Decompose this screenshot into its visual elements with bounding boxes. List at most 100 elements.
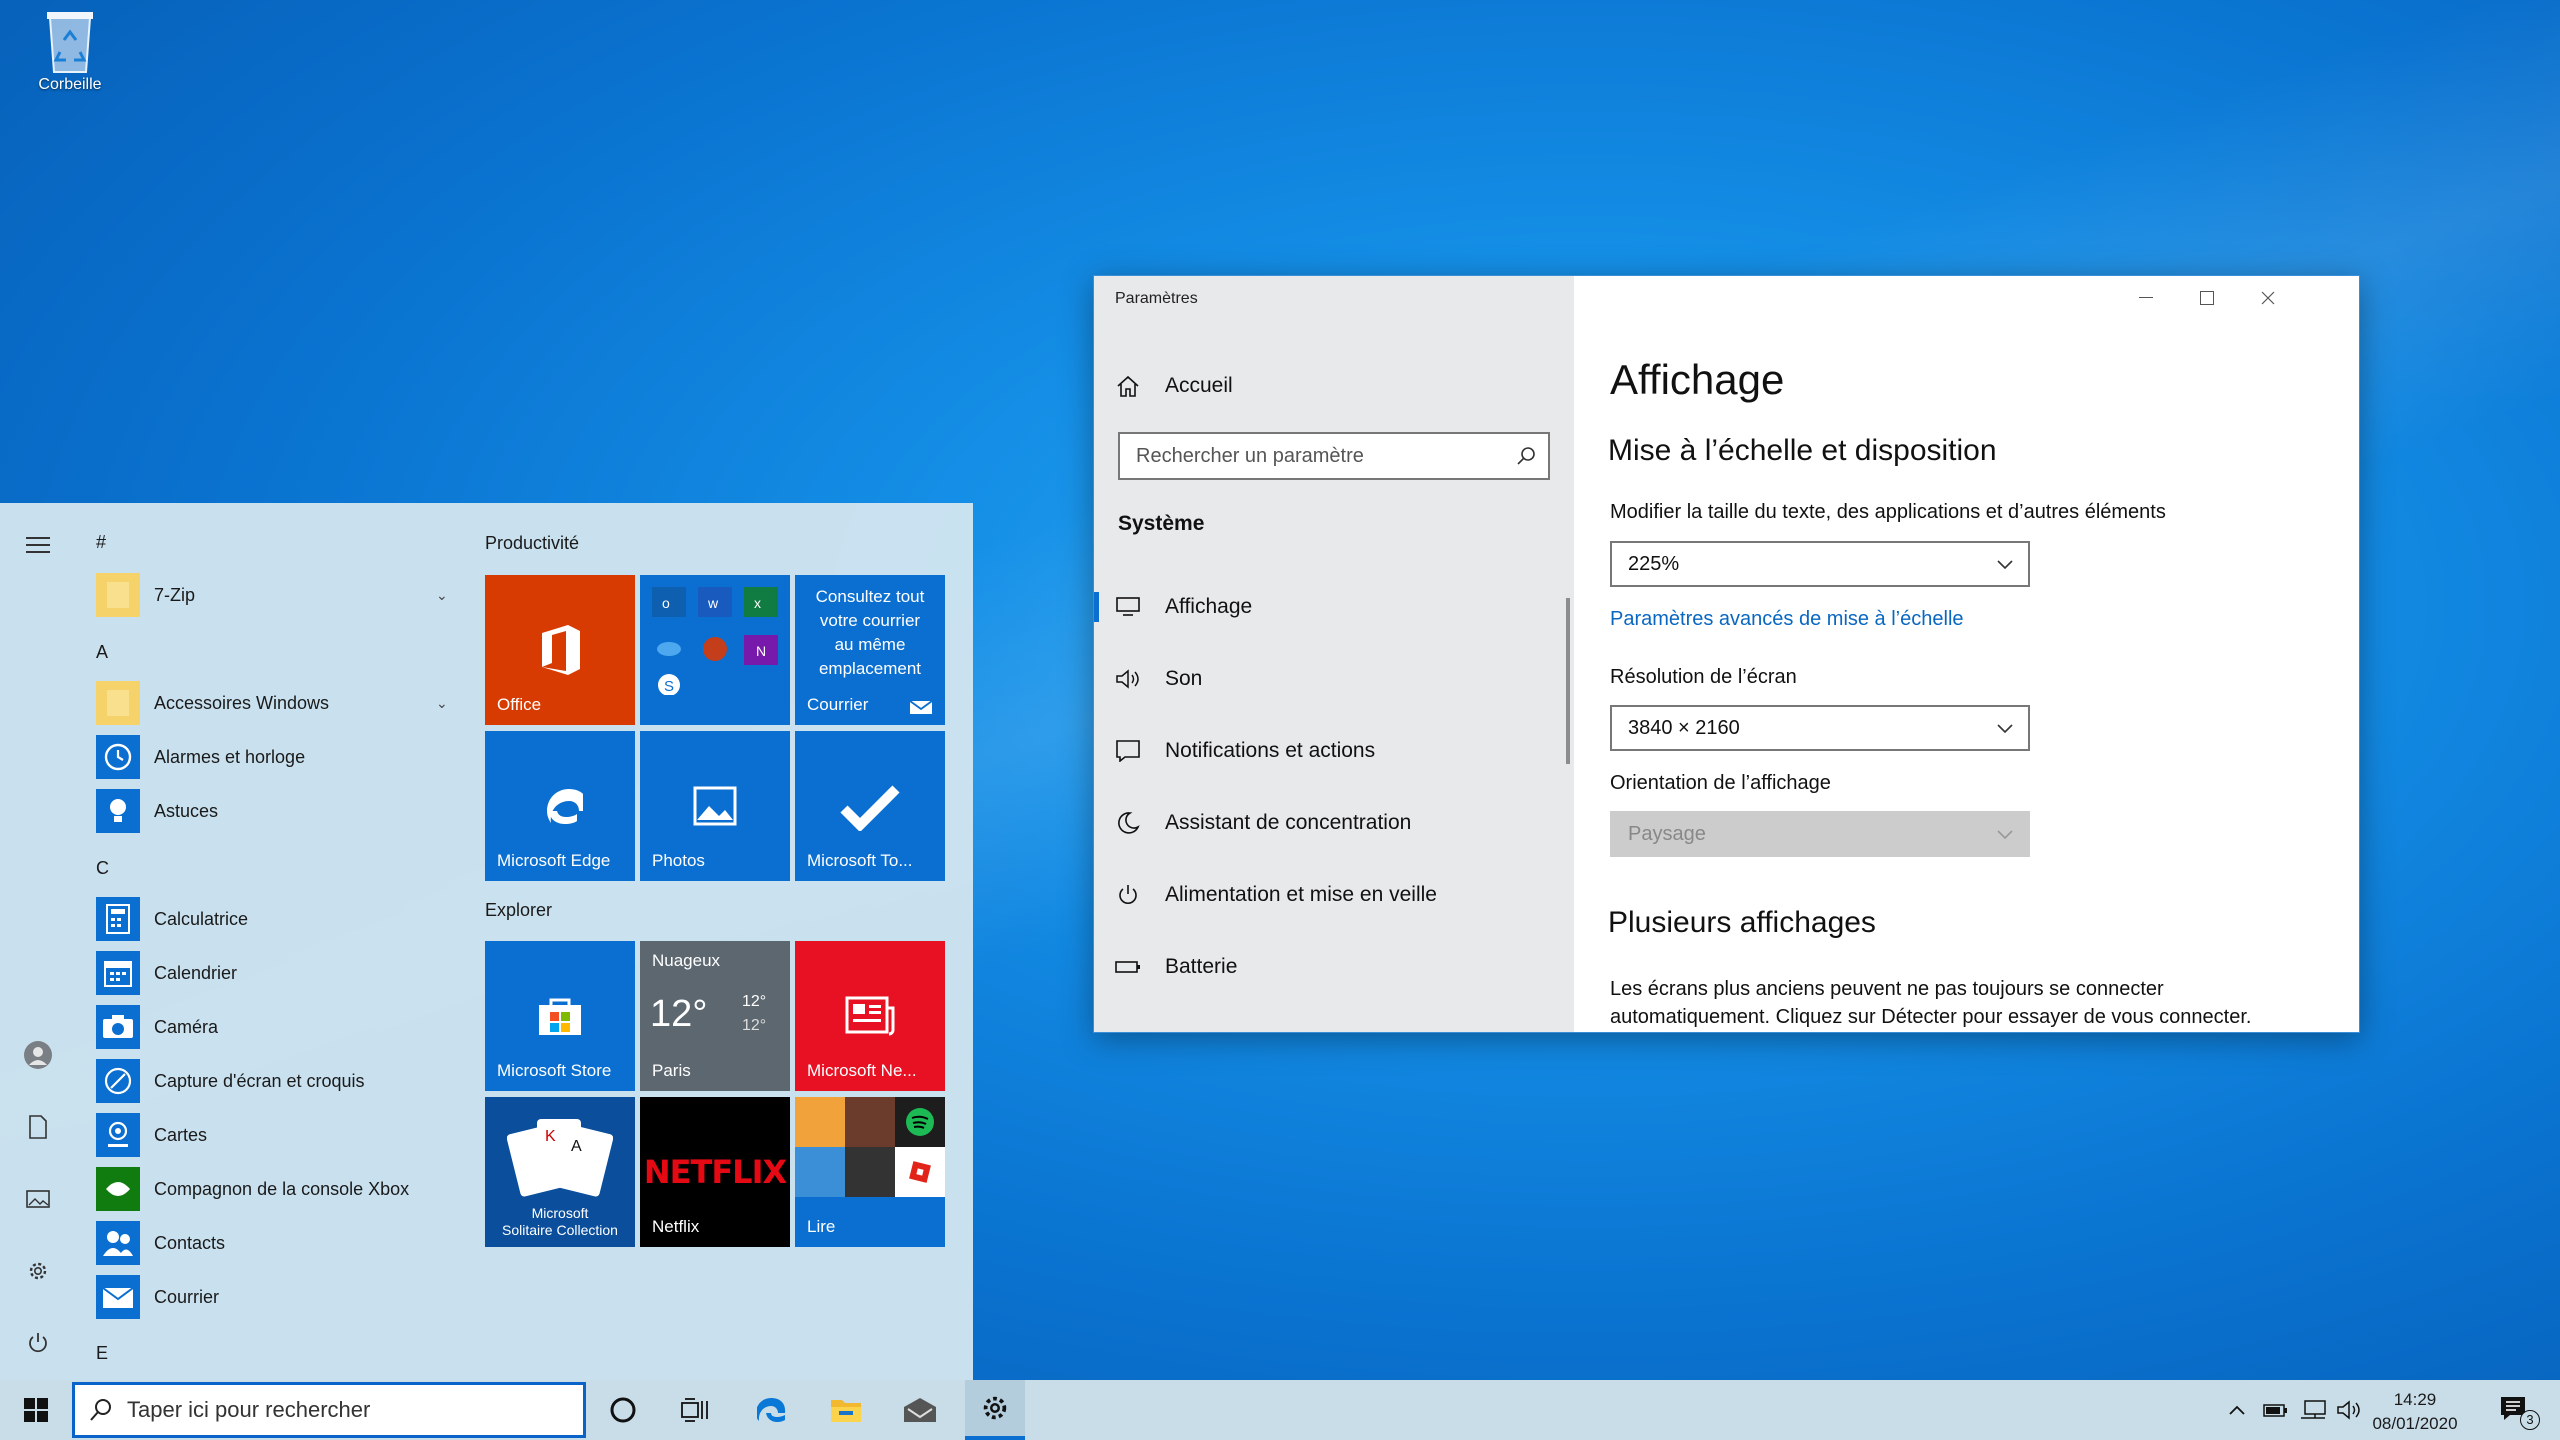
taskbar-file-explorer[interactable]: [818, 1380, 874, 1440]
app-capture-ecran[interactable]: Capture d'écran et croquis: [96, 1057, 456, 1105]
app-accessoires-windows[interactable]: Accessoires Windows ⌄: [96, 679, 456, 727]
tile-netflix[interactable]: NETFLIX Netflix: [640, 1097, 790, 1247]
scale-dropdown[interactable]: 225%: [1610, 541, 2030, 587]
app-calendrier[interactable]: Calendrier: [96, 949, 456, 997]
network-tray-button[interactable]: [2296, 1380, 2330, 1440]
speaker-icon: [1115, 668, 1141, 690]
tile-office[interactable]: Office: [485, 575, 635, 725]
nav-item-notifications[interactable]: Notifications et actions: [1094, 721, 1574, 781]
documents-icon[interactable]: [18, 1107, 58, 1147]
minimize-button[interactable]: [2116, 276, 2176, 320]
app-calculatrice[interactable]: Calculatrice: [96, 895, 456, 943]
nav-item-son[interactable]: Son: [1094, 649, 1574, 709]
lightbulb-icon: [96, 789, 140, 833]
taskbar-mail[interactable]: [892, 1380, 948, 1440]
settings-search-box[interactable]: [1118, 432, 1550, 480]
maximize-icon: [2200, 291, 2214, 305]
tile-news[interactable]: Microsoft Ne...: [795, 941, 945, 1091]
tile-photos[interactable]: Photos: [640, 731, 790, 881]
tile-play[interactable]: Lire: [795, 1097, 945, 1247]
game-thumb-candy: [795, 1097, 845, 1147]
resolution-label: Résolution de l’écran: [1610, 666, 1797, 688]
tile-label: Netflix: [652, 1217, 700, 1236]
xbox-icon: [96, 1167, 140, 1211]
letter-header-a[interactable]: A: [96, 642, 108, 663]
chevron-down-icon: ⌄: [436, 586, 448, 603]
hamburger-menu-icon[interactable]: [18, 525, 58, 565]
app-label: Contacts: [154, 1232, 226, 1253]
app-astuces[interactable]: Astuces: [96, 787, 456, 835]
tile-solitaire[interactable]: K A Microsoft Solitaire Collection: [485, 1097, 635, 1247]
settings-search-input[interactable]: [1136, 444, 1496, 468]
speaker-icon: [2337, 1400, 2360, 1420]
app-label: Accessoires Windows: [154, 692, 330, 713]
scale-dropdown-value: 225%: [1628, 552, 1680, 575]
show-hidden-icons-button[interactable]: [2222, 1380, 2252, 1440]
task-view-button[interactable]: [670, 1380, 720, 1440]
start-button[interactable]: [0, 1380, 72, 1440]
group-productivity-title[interactable]: Productivité: [485, 533, 579, 554]
group-explore-title[interactable]: Explorer: [485, 900, 552, 921]
letter-header-c[interactable]: C: [96, 858, 109, 879]
action-center-button[interactable]: 3: [2490, 1380, 2540, 1440]
taskbar: 14:29 08/01/2020 3: [0, 1380, 2560, 1440]
app-contacts[interactable]: Contacts: [96, 1219, 456, 1267]
tile-edge[interactable]: Microsoft Edge: [485, 731, 635, 881]
letter-header-hash[interactable]: #: [96, 532, 106, 553]
close-button[interactable]: [2238, 276, 2298, 320]
chevron-down-icon: [1997, 830, 2013, 840]
chevron-down-icon: [1997, 724, 2013, 734]
app-courrier[interactable]: Courrier: [96, 1273, 456, 1321]
minimize-icon: [2139, 297, 2153, 298]
settings-window: Paramètres Accueil Système Affichage Son…: [1093, 275, 2360, 1033]
tile-label: Office: [497, 695, 542, 714]
tile-weather[interactable]: Nuageux 12° 12° 12° Paris: [640, 941, 790, 1091]
app-7zip[interactable]: 7-Zip ⌄: [96, 571, 456, 619]
game-thumb-friends: [795, 1147, 845, 1197]
scale-heading: Mise à l’échelle et disposition: [1608, 434, 1997, 467]
nav-item-alimentation[interactable]: Alimentation et mise en veille: [1094, 865, 1574, 925]
resolution-dropdown-value: 3840 × 2160: [1628, 716, 1740, 739]
weather-low: 12°: [742, 1017, 767, 1034]
battery-tray-button[interactable]: [2258, 1380, 2292, 1440]
power-button-icon[interactable]: [18, 1323, 58, 1363]
resolution-dropdown[interactable]: 3840 × 2160: [1610, 705, 2030, 751]
settings-gear-icon[interactable]: [18, 1251, 58, 1291]
taskbar-clock[interactable]: 14:29 08/01/2020: [2360, 1388, 2470, 1436]
app-camera[interactable]: Caméra: [96, 1003, 456, 1051]
maximize-button[interactable]: [2177, 276, 2237, 320]
tile-mail[interactable]: Consultez tout votre courrier au même em…: [795, 575, 945, 725]
tile-store[interactable]: Microsoft Store: [485, 941, 635, 1091]
app-label: Astuces: [154, 800, 219, 821]
nav-home[interactable]: Accueil: [1094, 356, 1574, 416]
app-xbox-companion[interactable]: Compagnon de la console Xbox: [96, 1165, 456, 1213]
nav-item-concentration[interactable]: Assistant de concentration: [1094, 793, 1574, 853]
taskbar-search-box[interactable]: [72, 1382, 586, 1438]
taskbar-settings[interactable]: [965, 1380, 1025, 1440]
taskbar-search-input[interactable]: [127, 1397, 567, 1423]
nav-item-affichage[interactable]: Affichage: [1094, 577, 1574, 637]
cortana-button[interactable]: [598, 1380, 648, 1440]
nav-scrollbar[interactable]: [1566, 598, 1570, 764]
user-avatar-icon[interactable]: [18, 1035, 58, 1075]
letter-header-e[interactable]: E: [96, 1343, 108, 1364]
tile-todo[interactable]: Microsoft To...: [795, 731, 945, 881]
recycle-bin-desktop-icon[interactable]: Corbeille: [20, 6, 120, 94]
settings-content: Affichage Mise à l’échelle et dispositio…: [1574, 276, 2359, 1032]
tile-office-apps[interactable]: o w x N S: [640, 575, 790, 725]
app-cartes[interactable]: Cartes: [96, 1111, 456, 1159]
pictures-icon[interactable]: [18, 1179, 58, 1219]
svg-text:o: o: [662, 595, 670, 611]
map-icon: [96, 1113, 140, 1157]
advanced-scaling-link[interactable]: Paramètres avancés de mise à l’échelle: [1610, 608, 1964, 631]
nav-item-batterie[interactable]: Batterie: [1094, 937, 1574, 997]
search-icon[interactable]: [1516, 446, 1536, 466]
taskbar-edge[interactable]: [745, 1380, 801, 1440]
home-icon: [1115, 375, 1141, 397]
orientation-dropdown[interactable]: Paysage: [1610, 811, 2030, 857]
app-label: Calculatrice: [154, 908, 249, 929]
solitaire-label-line1: Microsoft: [531, 1205, 589, 1221]
mail-icon: [96, 1275, 140, 1319]
app-alarmes[interactable]: Alarmes et horloge: [96, 733, 456, 781]
app-label: Compagnon de la console Xbox: [154, 1178, 410, 1199]
